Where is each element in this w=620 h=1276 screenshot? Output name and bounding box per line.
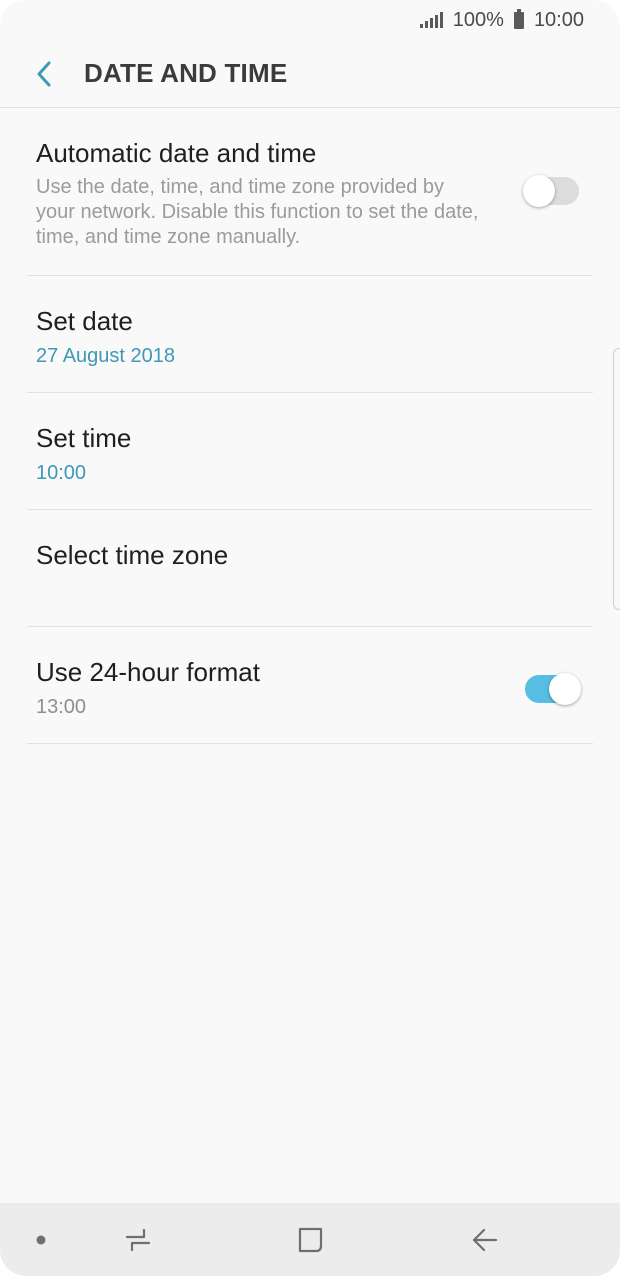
setting-automatic-date-time[interactable]: Automatic date and time Use the date, ti…: [27, 108, 593, 276]
setting-set-date[interactable]: Set date 27 August 2018: [27, 276, 593, 393]
screen: 100% 10:00 DATE AND TIME Automatic date …: [0, 0, 620, 1276]
home-icon: [298, 1227, 323, 1252]
setting-title: Automatic date and time: [36, 138, 317, 168]
dot-icon: [36, 1235, 46, 1244]
setting-value: 27 August 2018: [36, 345, 176, 367]
setting-select-time-zone[interactable]: Select time zone: [27, 510, 593, 627]
status-clock: 10:00: [533, 8, 584, 31]
setting-description: Use the date, time, and time zone provid…: [36, 176, 479, 248]
scroll-indicator[interactable]: [613, 348, 620, 610]
setting-value: 13:00: [36, 696, 87, 718]
setting-title: Set date: [36, 306, 133, 336]
nav-dot-button[interactable]: [35, 1234, 47, 1246]
toggle-knob: [549, 673, 581, 705]
setting-title: Use 24-hour format: [36, 657, 260, 687]
signal-icon: [419, 12, 443, 28]
setting-24-hour-format[interactable]: Use 24-hour format 13:00: [27, 627, 593, 744]
setting-value: 10:00: [36, 462, 87, 484]
back-nav-button[interactable]: [471, 1227, 499, 1253]
24-hour-format-toggle[interactable]: [525, 673, 581, 705]
nav-bar: [0, 1203, 620, 1276]
back-button[interactable]: [22, 52, 66, 96]
status-bar: 100% 10:00: [0, 0, 620, 40]
toggle-knob: [523, 175, 555, 207]
battery-percent: 100%: [452, 8, 504, 31]
page-title: DATE AND TIME: [84, 58, 288, 88]
setting-set-time[interactable]: Set time 10:00: [27, 393, 593, 510]
home-button[interactable]: [297, 1226, 325, 1254]
chevron-left-icon: [37, 61, 51, 86]
setting-title: Set time: [36, 423, 132, 453]
back-arrow-icon: [472, 1228, 498, 1251]
setting-title: Select time zone: [36, 540, 229, 570]
battery-icon: [513, 8, 524, 29]
recent-apps-icon: [125, 1228, 151, 1251]
automatic-date-time-toggle[interactable]: [523, 175, 579, 207]
recent-apps-button[interactable]: [124, 1227, 152, 1253]
settings-list: Automatic date and time Use the date, ti…: [27, 108, 593, 744]
app-header: DATE AND TIME: [0, 40, 620, 108]
